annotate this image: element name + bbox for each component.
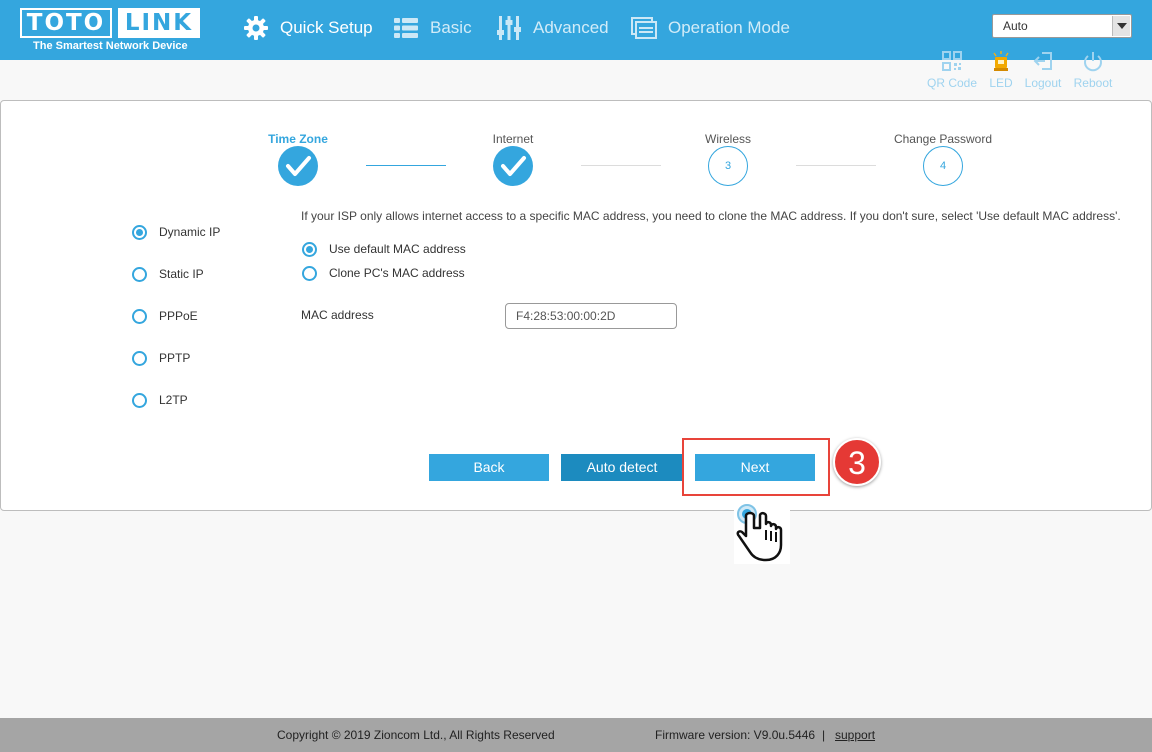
radio-pptp[interactable] [132, 351, 147, 366]
footer-separator: | [822, 728, 826, 742]
nav-quick-setup-label: Quick Setup [280, 18, 373, 37]
power-icon [1084, 52, 1102, 72]
radio-dynamic-ip[interactable] [132, 225, 147, 240]
hand-pointer-icon [734, 500, 790, 564]
list-icon [394, 18, 418, 38]
checkmark-icon [501, 156, 526, 176]
dynamic-ip-label[interactable]: Dynamic IP [159, 225, 220, 239]
step-wireless[interactable]: 3 [708, 146, 748, 186]
step-connector [366, 165, 446, 166]
led-label: LED [989, 76, 1013, 90]
totolink-logo[interactable]: TOTO LINK The Smartest Network Device [20, 8, 200, 54]
l2tp-label[interactable]: L2TP [159, 393, 188, 407]
step-change-password[interactable]: 4 [923, 146, 963, 186]
logout-icon [1033, 52, 1052, 70]
nav-advanced[interactable]: Advanced [495, 14, 609, 42]
logo-link-text: LINK [118, 8, 200, 38]
nav-basic-label: Basic [430, 18, 472, 37]
logo-tagline: The Smartest Network Device [33, 40, 188, 52]
step-connector [796, 165, 876, 166]
gear-icon [244, 16, 268, 40]
pptp-label[interactable]: PPTP [159, 351, 190, 365]
default-mac-label[interactable]: Use default MAC address [329, 242, 466, 256]
step-label-wireless: Wireless [704, 132, 752, 146]
reboot-button[interactable]: Reboot [1063, 50, 1123, 90]
support-link[interactable]: support [835, 728, 875, 742]
next-button[interactable]: Next [695, 454, 815, 481]
qr-code-icon [942, 51, 962, 71]
chevron-down-icon [1112, 16, 1130, 36]
clone-mac-label[interactable]: Clone PC's MAC address [329, 266, 465, 280]
language-value: Auto [1003, 19, 1028, 33]
mac-address-label: MAC address [301, 308, 374, 322]
led-icon [993, 51, 1009, 71]
window-icon [631, 17, 657, 39]
logout-label: Logout [1024, 76, 1062, 90]
nav-quick-setup[interactable]: Quick Setup [242, 14, 373, 42]
qr-code-label: QR Code [926, 76, 978, 90]
logo-toto-text: TOTO [20, 8, 112, 38]
nav-advanced-label: Advanced [533, 18, 609, 37]
step-number-badge: 3 [833, 438, 881, 486]
step-label-change-password: Change Password [893, 132, 993, 146]
mac-clone-description: If your ISP only allows internet access … [301, 209, 1121, 223]
back-button[interactable]: Back [429, 454, 549, 481]
firmware-version: Firmware version: V9.0u.5446 [655, 728, 816, 742]
step-label-internet: Internet [492, 132, 534, 146]
sliders-icon [497, 16, 521, 40]
page-footer: Copyright © 2019 Zioncom Ltd., All Right… [0, 718, 1152, 752]
copyright-text: Copyright © 2019 Zioncom Ltd., All Right… [277, 728, 555, 742]
nav-operation-mode[interactable]: Operation Mode [630, 14, 790, 42]
step-time-zone[interactable] [278, 146, 318, 186]
nav-basic[interactable]: Basic [392, 14, 472, 42]
radio-pppoe[interactable] [132, 309, 147, 324]
auto-detect-button[interactable]: Auto detect [561, 454, 683, 481]
pppoe-label[interactable]: PPPoE [159, 309, 198, 323]
radio-static-ip[interactable] [132, 267, 147, 282]
radio-l2tp[interactable] [132, 393, 147, 408]
quick-setup-panel: Time Zone Internet Wireless 3 Change Pas… [0, 100, 1152, 511]
nav-operation-mode-label: Operation Mode [668, 18, 790, 37]
step-label-time-zone: Time Zone [268, 132, 328, 146]
reboot-label: Reboot [1073, 76, 1113, 90]
step-internet[interactable] [493, 146, 533, 186]
step-connector [581, 165, 661, 166]
radio-clone-mac[interactable] [302, 266, 317, 281]
language-select[interactable]: Auto [992, 14, 1132, 38]
checkmark-icon [286, 156, 311, 176]
static-ip-label[interactable]: Static IP [159, 267, 204, 281]
mac-address-field[interactable]: F4:28:53:00:00:2D [505, 303, 677, 329]
radio-default-mac[interactable] [302, 242, 317, 257]
